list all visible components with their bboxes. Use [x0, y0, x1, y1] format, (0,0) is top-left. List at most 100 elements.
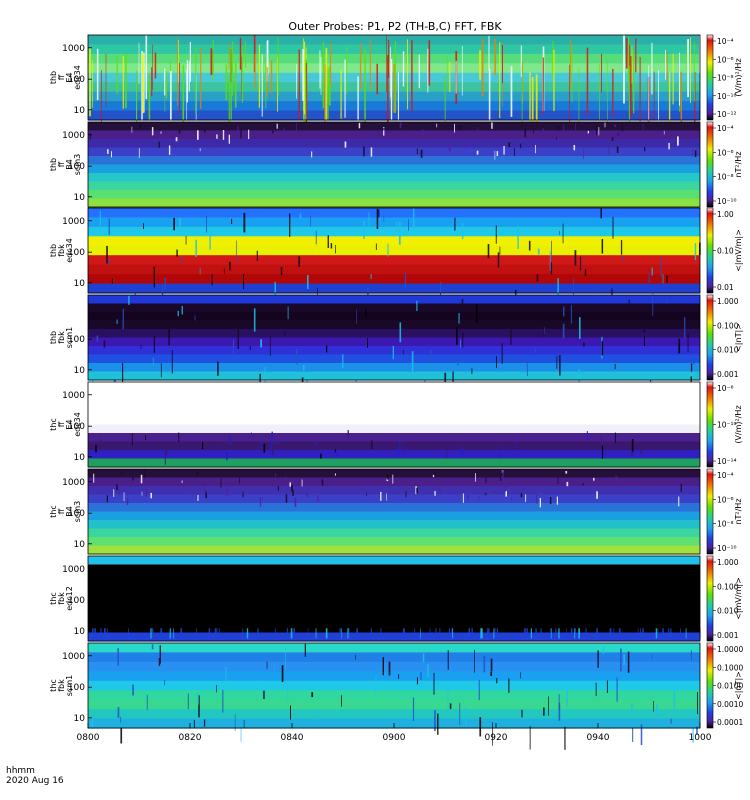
- spectrogram-streak: [454, 217, 456, 231]
- spectrogram-streak: [179, 62, 180, 115]
- spectrogram-streak: [399, 322, 402, 343]
- spectrogram-streak: [653, 71, 655, 120]
- spectrogram-streak: [651, 267, 653, 276]
- spectrogram-streak: [461, 299, 464, 306]
- spectrogram-streak: [584, 269, 587, 276]
- spectrogram-streak: [614, 432, 616, 444]
- spectrogram-streak: [694, 243, 697, 261]
- spectrogram-streak: [570, 305, 572, 324]
- spectrogram-streak: [173, 217, 175, 231]
- spectrogram-streak: [613, 628, 615, 639]
- panel-band: [88, 164, 700, 174]
- spectrogram-streak: [543, 322, 545, 337]
- spectrogram-streak: [427, 663, 429, 678]
- spectrogram-streak: [91, 716, 94, 729]
- x-tick-label: 0800: [77, 733, 100, 743]
- spectrogram-streak: [220, 478, 222, 488]
- spectrogram-streak: [614, 124, 616, 127]
- spectrogram-streak: [536, 274, 539, 282]
- panel-thc-ff-e4-edc34: 101001000thc ff E4 edc3410⁻⁶10⁻¹⁰10⁻¹⁴(V/m)…: [49, 381, 743, 468]
- spectrogram-streak: [282, 304, 284, 309]
- spectrogram-streak: [477, 127, 479, 135]
- colorbar: [706, 121, 714, 208]
- spectrogram-streak: [501, 475, 503, 479]
- spectrogram-streak: [643, 327, 646, 333]
- spectrogram-streak: [416, 487, 418, 494]
- spectrogram-streak: [327, 68, 329, 120]
- spectrogram-streak: [342, 354, 344, 368]
- spectrogram-streak: [330, 243, 333, 249]
- panel-band: [88, 390, 700, 400]
- spectrogram-streak: [478, 679, 480, 701]
- spectrogram-streak: [307, 628, 309, 639]
- panel-band: [88, 652, 700, 663]
- spectrogram-streak: [556, 137, 557, 140]
- spectrogram-streak: [302, 49, 304, 101]
- spectrogram-streak: [274, 664, 275, 671]
- spectrogram-streak: [99, 210, 101, 231]
- spectrogram-streak: [416, 148, 418, 155]
- spectrogram-streak: [528, 240, 531, 251]
- colorbar: [706, 381, 714, 468]
- spectrogram-streak: [89, 48, 91, 117]
- spectrogram-streak: [460, 339, 461, 348]
- spectrogram-streak: [182, 64, 185, 124]
- panel-band: [88, 264, 700, 275]
- spectrogram-streak: [256, 250, 258, 261]
- spectrogram-streak: [189, 42, 191, 82]
- spectrogram-streak: [556, 356, 558, 369]
- spectrogram-streak: [126, 498, 129, 506]
- spectrogram-streak: [229, 436, 231, 445]
- spectrogram-streak: [217, 361, 219, 376]
- spectrogram-streak: [197, 494, 199, 501]
- spectrogram-streak: [225, 64, 228, 101]
- spectrogram-streak: [644, 147, 646, 152]
- panel-band: [88, 173, 700, 183]
- panel-band: [88, 477, 700, 487]
- colorbar-tick-label: 10⁻¹⁴: [717, 457, 737, 466]
- panel-band: [88, 295, 700, 305]
- spectrogram-streak: [447, 650, 449, 670]
- spectrogram-streak: [662, 274, 664, 284]
- panel-band: [88, 139, 700, 149]
- spectrogram-streak: [117, 707, 120, 718]
- spectrogram-streak: [457, 353, 459, 366]
- spectrogram-streak: [485, 492, 487, 496]
- spectrogram-streak: [298, 256, 301, 267]
- spectrogram-streak: [435, 628, 437, 639]
- spectrogram-streak: [243, 273, 244, 289]
- x-tick-label: 0820: [179, 733, 202, 743]
- spectrogram-streak: [479, 717, 482, 737]
- panel-band: [88, 53, 700, 64]
- spectrogram-streak: [578, 628, 580, 639]
- spectrogram-streak: [243, 212, 246, 233]
- spectrogram-streak: [281, 665, 284, 682]
- panel-band: [88, 607, 700, 617]
- y-tick-label: 10: [74, 627, 86, 637]
- spectrogram-streak: [355, 655, 356, 660]
- spectrogram-streak: [666, 275, 668, 283]
- colorbar-tick-label: 10⁻⁴: [717, 37, 734, 46]
- colorbar: [706, 642, 714, 729]
- spectrogram-streak: [152, 357, 154, 366]
- spectrogram-streak: [383, 127, 385, 131]
- spectrogram-streak: [449, 703, 452, 710]
- spectrogram-streak: [461, 223, 464, 240]
- panel-ylabel: scm1: [65, 327, 74, 348]
- spectrogram-streak: [315, 628, 317, 639]
- spectrogram-streak: [203, 485, 205, 491]
- spectrogram-streak: [230, 48, 232, 120]
- spectrogram-streak: [468, 628, 470, 639]
- spectrogram-streak: [361, 478, 363, 483]
- spectrogram-streak: [181, 306, 183, 315]
- y-tick-label: 1000: [62, 565, 85, 575]
- spectrogram-streak: [461, 45, 463, 96]
- spectrogram-streak: [375, 243, 377, 250]
- spectrogram-streak: [475, 304, 478, 323]
- spectrogram-streak: [272, 444, 274, 456]
- spectrogram-streak: [398, 446, 400, 457]
- spectrogram-streak: [320, 453, 322, 459]
- spectrogram-streak: [531, 77, 534, 127]
- panel-band: [88, 283, 700, 294]
- spectrogram-streak: [405, 490, 407, 498]
